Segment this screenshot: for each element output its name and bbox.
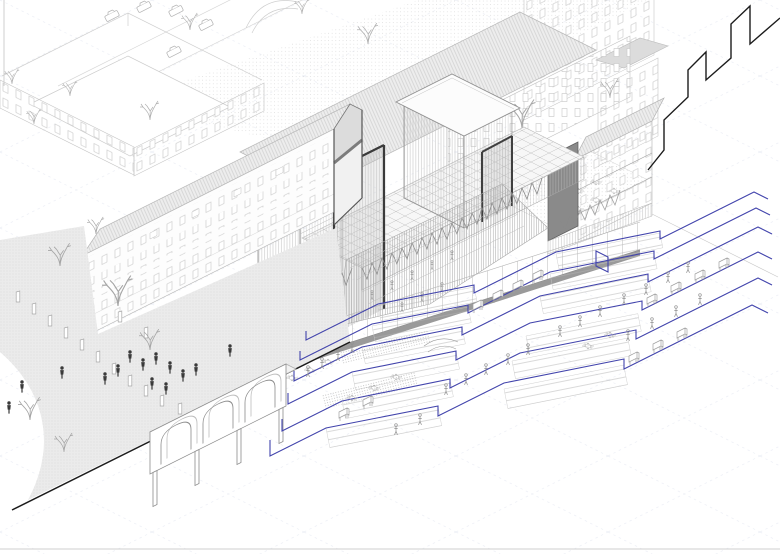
stone [128,375,132,386]
stone [112,363,116,374]
stone [96,351,100,362]
stone [64,327,68,338]
architectural-drawing: Axonometric cutaway drawing of a long ma… [0,0,780,554]
stone [118,311,122,322]
stone [178,403,182,414]
stone [144,385,148,396]
stone [32,303,36,314]
stone [16,291,20,302]
stone [160,395,164,406]
stone [80,339,84,350]
axonometric-drawing-svg: Axonometric cutaway drawing of a long ma… [0,0,780,554]
stone [48,315,52,326]
